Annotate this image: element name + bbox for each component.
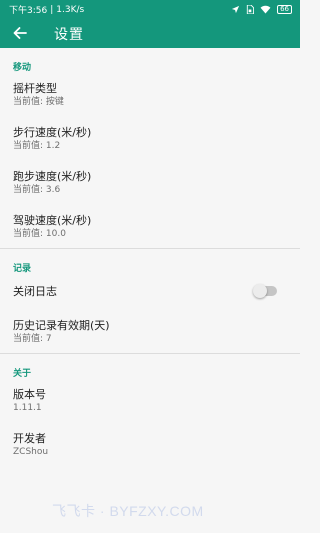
setting-title: 摇杆类型 [13,81,57,95]
section-movement: 移动 摇杆类型 当前值: 按键 步行速度(米/秒) 当前值: 1.2 跑步速度(… [0,48,300,248]
status-left: 下午3:56 | 1.3K/s [9,3,85,17]
setting-title: 开发者 [13,431,46,445]
disable-log-switch[interactable] [253,284,277,298]
watermark: 飞飞卡 · BYFZXY.COM [52,503,204,519]
status-time: 下午3:56 [9,6,48,16]
setting-developer[interactable]: 开发者 ZCShou [0,422,300,466]
setting-title: 跑步速度(米/秒) [13,169,92,183]
status-bar: 下午3:56 | 1.3K/s 66 [0,0,300,19]
setting-drive-speed[interactable]: 驾驶速度(米/秒) 当前值: 10.0 [0,204,300,248]
arrow-left-icon [13,24,27,43]
setting-summary: 当前值: 按键 [13,96,64,107]
setting-title: 历史记录有效期(天) [13,318,110,332]
page-title: 设置 [54,26,84,43]
setting-title: 关闭日志 [13,284,57,298]
setting-summary: 当前值: 10.0 [13,228,66,239]
setting-title: 驾驶速度(米/秒) [13,213,92,227]
switch-thumb [253,284,267,298]
setting-summary: 当前值: 3.6 [13,184,61,195]
setting-title: 步行速度(米/秒) [13,125,92,139]
section-records: 记录 关闭日志 历史记录有效期(天) 当前值: 7 [0,249,300,353]
setting-summary: 1.11.1 [13,402,42,413]
setting-summary: 当前值: 7 [13,333,52,344]
setting-version[interactable]: 版本号 1.11.1 [0,378,300,422]
app-bar: 设置 [0,19,300,48]
setting-summary: ZCShou [13,446,49,457]
section-header: 关于 [13,369,32,379]
setting-history-validity[interactable]: 历史记录有效期(天) 当前值: 7 [0,309,300,353]
setting-disable-log[interactable]: 关闭日志 [0,273,300,309]
sim-card-icon [246,5,255,14]
section-header: 移动 [13,63,32,73]
setting-summary: 当前值: 1.2 [13,140,61,151]
setting-run-speed[interactable]: 跑步速度(米/秒) 当前值: 3.6 [0,160,300,204]
battery-indicator: 66 [277,5,292,14]
setting-walk-speed[interactable]: 步行速度(米/秒) 当前值: 1.2 [0,116,300,160]
setting-title: 版本号 [13,387,46,401]
wifi-icon [260,5,271,14]
section-header: 记录 [13,264,32,274]
back-button[interactable] [0,19,40,48]
status-right: 66 [231,5,292,14]
status-separator: | [50,4,54,15]
setting-joystick-type[interactable]: 摇杆类型 当前值: 按键 [0,72,300,116]
status-network-speed: 1.3K/s [56,4,85,15]
location-arrow-icon [231,5,240,14]
section-about: 关于 版本号 1.11.1 开发者 ZCShou [0,354,300,466]
